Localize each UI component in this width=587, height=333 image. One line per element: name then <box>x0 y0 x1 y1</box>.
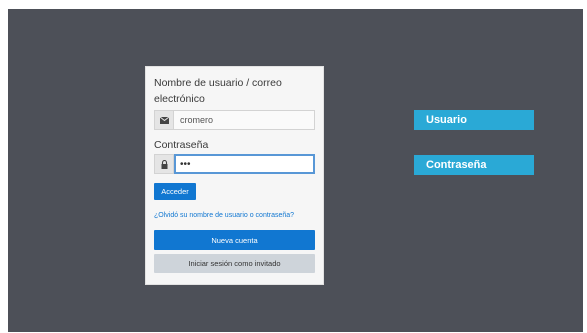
lock-icon <box>154 154 174 174</box>
guest-login-button[interactable]: Iniciar sesión como invitado <box>154 254 315 273</box>
username-label: Nombre de usuario / correo electrónico <box>154 77 282 105</box>
username-field[interactable]: cromero <box>174 110 315 130</box>
login-card: Nombre de usuario / correo electrónico c… <box>145 66 324 285</box>
password-input-group: ••• <box>154 154 315 174</box>
screen-background: Nombre de usuario / correo electrónico c… <box>8 9 583 332</box>
password-field[interactable]: ••• <box>174 154 315 174</box>
forgot-password-link[interactable]: ¿Olvidó su nombre de usuario o contraseñ… <box>154 212 294 219</box>
login-button[interactable]: Acceder <box>154 183 196 200</box>
new-account-button[interactable]: Nueva cuenta <box>154 230 315 250</box>
password-tag: Contraseña <box>414 155 534 175</box>
username-input-group: cromero <box>154 110 315 130</box>
envelope-icon <box>154 110 174 130</box>
username-tag: Usuario <box>414 110 534 130</box>
password-label: Contraseña <box>154 139 209 151</box>
